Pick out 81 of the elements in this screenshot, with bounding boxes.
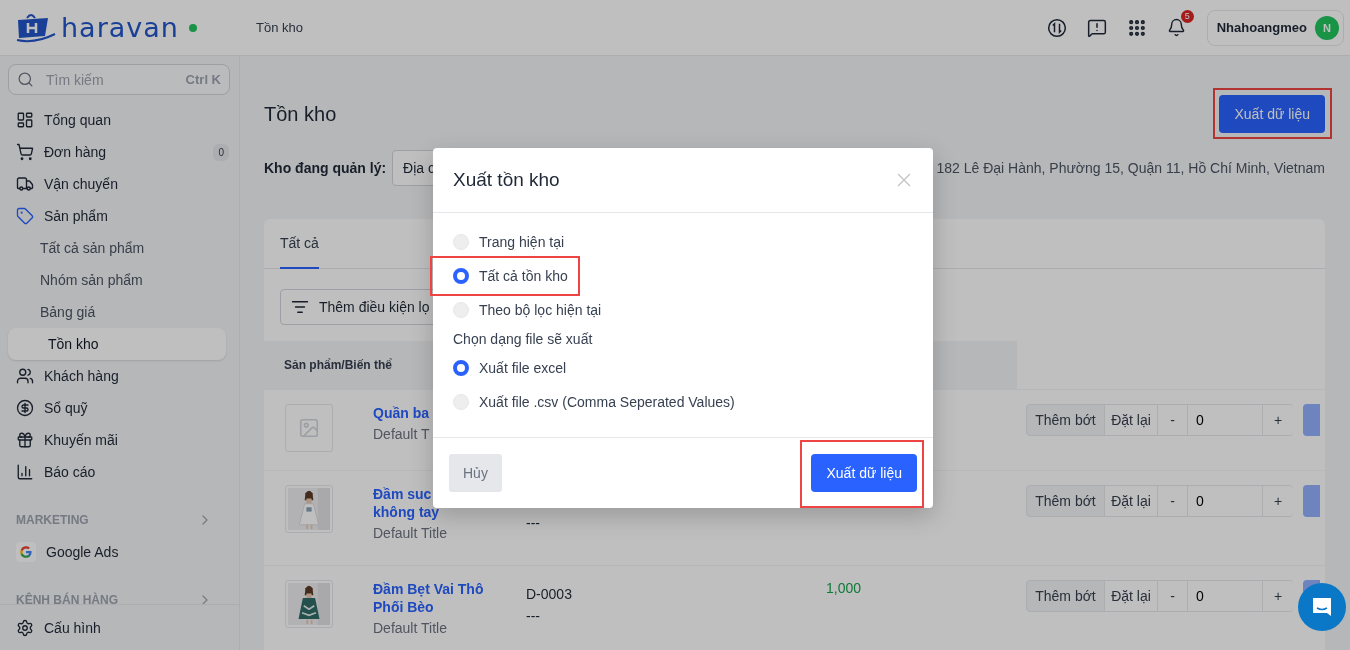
adjust-button[interactable]: Thêm bớt — [1026, 485, 1105, 517]
user-menu[interactable]: Nhahoangmeo N — [1206, 9, 1344, 46]
dashboard-icon — [16, 111, 34, 129]
nav-item[interactable]: Khuyến mãi — [0, 424, 239, 456]
barcode: --- — [526, 515, 541, 531]
warehouse-address: 182 Lê Đại Hành, Phường 15, Quận 11, Hồ Chí Minh, Vietnam — [936, 160, 1325, 176]
product-name[interactable]: Đầm Bẹt Vai Thô Phối Bèo — [373, 580, 526, 616]
section-title: MARKETING — [16, 513, 89, 527]
settings-link[interactable]: Cấu hình — [0, 604, 239, 650]
chat-button[interactable] — [1298, 583, 1346, 631]
avatar: N — [1315, 15, 1339, 40]
circle-arrows-icon — [1046, 17, 1067, 38]
quantity-input[interactable]: 0 — [1187, 580, 1263, 612]
section-title: KÊNH BÁN HÀNG — [16, 593, 118, 604]
minus-button[interactable]: - — [1157, 485, 1188, 517]
variant-title: Default Title — [373, 620, 448, 636]
warehouse-label: Kho đang quản lý: — [264, 160, 387, 176]
adjust-button[interactable]: Thêm bớt — [1026, 404, 1105, 436]
variant-title: Default Title — [373, 525, 448, 541]
nav-subitem[interactable]: Bảng giá — [0, 296, 239, 328]
logo-icon — [15, 11, 57, 44]
nav-subitem[interactable]: Tất cả sản phẩm — [0, 232, 239, 264]
radio-option[interactable]: Xuất file excel — [453, 351, 567, 385]
notification-count: 5 — [1180, 9, 1194, 23]
reset-button[interactable]: Đặt lại — [1104, 485, 1158, 517]
nav-item[interactable]: Sản phẩm — [0, 200, 239, 232]
nav-item[interactable]: Đơn hàng 0 — [0, 136, 239, 168]
plus-button[interactable]: + — [1262, 580, 1293, 612]
nav-item[interactable]: Vận chuyển — [0, 168, 239, 200]
image-icon — [298, 417, 320, 439]
truck-icon — [16, 175, 34, 193]
filter-icon — [291, 298, 309, 316]
cart-icon — [16, 143, 34, 161]
dialog-title: Xuất tồn kho — [453, 169, 560, 191]
search-icon — [17, 71, 34, 88]
shortcut-hint: Ctrl K — [185, 72, 221, 87]
bell-icon — [1167, 18, 1187, 37]
export-button[interactable]: Xuất dữ liệu — [1219, 95, 1325, 133]
users-icon — [16, 367, 34, 385]
quantity-input[interactable]: 0 — [1187, 485, 1263, 517]
sku: D-0003 — [526, 586, 573, 602]
minus-button[interactable]: - — [1157, 580, 1188, 612]
logo-text: haravan — [61, 12, 179, 43]
apps-button[interactable] — [1126, 17, 1147, 38]
status-dot — [188, 23, 197, 32]
message-alert-icon — [1086, 17, 1107, 38]
nav-subitem[interactable]: Tồn kho — [8, 328, 226, 360]
stock-quantity: 1,000 — [826, 579, 862, 596]
plus-button[interactable]: + — [1262, 404, 1293, 436]
nav-item[interactable]: Báo cáo — [0, 456, 239, 488]
gift-icon — [16, 431, 34, 449]
plus-button[interactable]: + — [1262, 485, 1293, 517]
cancel-button[interactable]: Hủy — [449, 454, 502, 492]
nav-item[interactable]: Khách hàng — [0, 360, 239, 392]
nav-subitem[interactable]: Nhóm sản phẩm — [0, 264, 239, 296]
barcode: --- — [526, 608, 541, 624]
page-title: Tồn kho — [264, 102, 337, 126]
adjust-button[interactable]: Thêm bớt — [1026, 580, 1105, 612]
nav-item[interactable]: Google Ads — [0, 536, 239, 568]
reset-button[interactable]: Đặt lại — [1104, 580, 1158, 612]
reset-button[interactable]: Đặt lại — [1104, 404, 1158, 436]
nav-item[interactable]: Sổ quỹ — [0, 392, 239, 424]
sync-button[interactable] — [1046, 17, 1067, 38]
nav-item[interactable]: Tổng quan — [0, 104, 239, 136]
chat-icon — [1310, 595, 1334, 619]
search-input[interactable]: Tìm kiếm — [44, 70, 176, 89]
notifications-button[interactable] — [1166, 17, 1187, 38]
radio-option[interactable]: Trang hiện tại — [453, 225, 565, 259]
tag-icon — [16, 207, 34, 225]
tab[interactable]: Tất cả — [280, 219, 319, 269]
settings-icon — [16, 618, 34, 637]
chart-icon — [16, 463, 34, 481]
count-badge: 0 — [213, 143, 229, 161]
breadcrumb: Tồn kho — [256, 20, 303, 35]
dollar-icon — [16, 399, 34, 417]
grid-icon — [1126, 17, 1147, 38]
quantity-input[interactable]: 0 — [1187, 404, 1263, 436]
minus-button[interactable]: - — [1157, 404, 1188, 436]
export-button[interactable]: Xuất dữ liệu — [811, 454, 917, 492]
variant-title: Default T — [373, 426, 431, 442]
feedback-button[interactable] — [1086, 17, 1107, 38]
